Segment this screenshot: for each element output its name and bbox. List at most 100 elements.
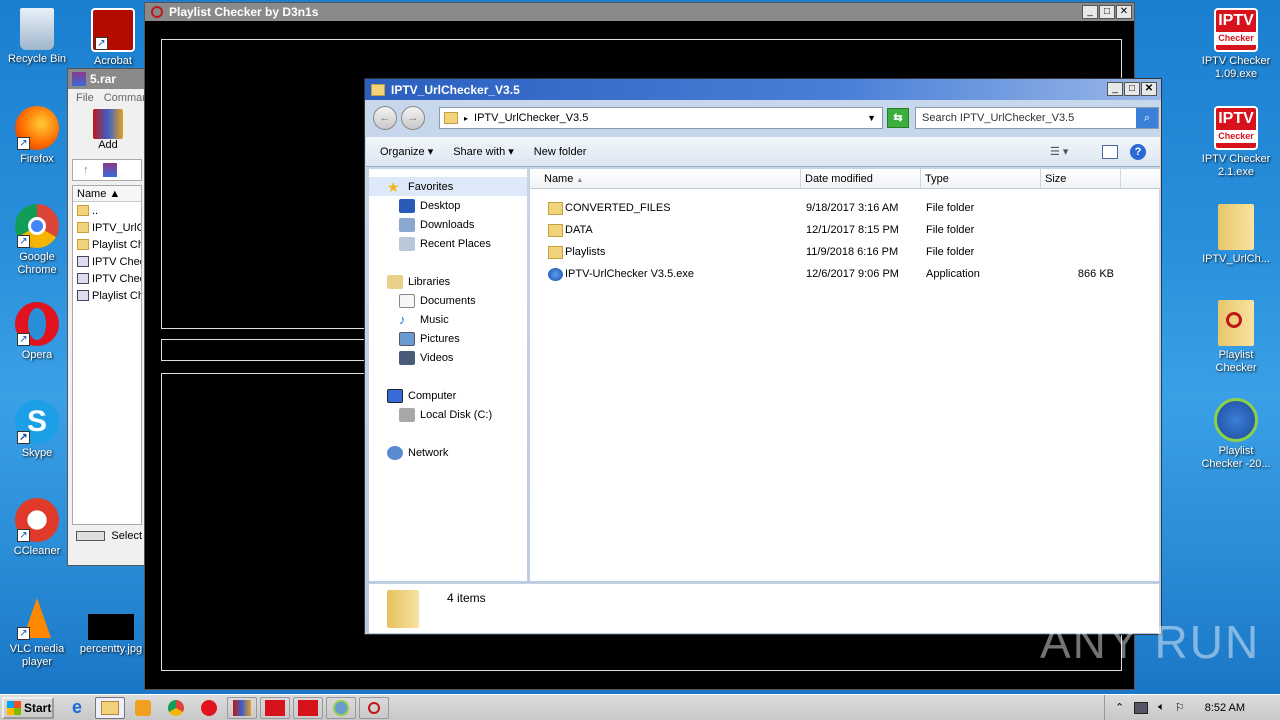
column-size[interactable]: Size	[1041, 169, 1121, 189]
menu-commands[interactable]: Comman	[104, 92, 149, 104]
minimize-button[interactable]: _	[1082, 5, 1098, 19]
desktop-icon-label: Recycle Bin	[7, 53, 67, 65]
nav-pictures[interactable]: Pictures	[369, 329, 527, 348]
winrar-file-list: Name ▲ ..IPTV_UrlChPlaylist ChIPTV ChecI…	[72, 185, 142, 525]
file-name: DATA	[565, 224, 593, 236]
flag-icon[interactable]: ⚐	[1175, 701, 1185, 714]
desktop-icon-skype[interactable]: S ↗ Skype	[0, 400, 74, 460]
taskbar-magnifier-icon[interactable]	[359, 696, 389, 719]
nav-recent-places[interactable]: Recent Places	[369, 234, 527, 253]
taskbar-chrome-icon[interactable]	[161, 697, 191, 719]
file-row[interactable]: IPTV-UrlChecker V3.5.exe 12/6/2017 9:06 P…	[530, 263, 1160, 285]
forward-button[interactable]: →	[401, 106, 425, 130]
help-icon[interactable]: ?	[1130, 143, 1146, 160]
taskbar-playlist-checker-icon[interactable]	[326, 696, 356, 719]
winrar-icon	[72, 72, 86, 86]
nav-desktop[interactable]: Desktop	[369, 196, 527, 215]
nav-local-disk[interactable]: Local Disk (C:)	[369, 405, 527, 424]
share-with-button[interactable]: Share with ▾	[453, 145, 514, 158]
folder-icon	[77, 205, 89, 216]
desktop-icon-firefox[interactable]: ↗ Firefox	[0, 106, 74, 166]
chevron-down-icon[interactable]: ▼	[867, 113, 876, 123]
desktop-icon-playlist-checker-app[interactable]: Playlist Checker -20...	[1199, 398, 1273, 471]
taskbar-opera-icon[interactable]	[194, 697, 224, 719]
list-item[interactable]: IPTV_UrlCh	[73, 219, 141, 236]
explorer-titlebar[interactable]: IPTV_UrlChecker_V3.5	[365, 79, 1161, 100]
folder-icon	[548, 201, 563, 215]
desktop-icon-label: Acrobat	[94, 55, 132, 67]
winrar-toolbar: Add	[68, 107, 146, 155]
desktop-icon-ccleaner[interactable]: ↗ CCleaner	[0, 498, 74, 558]
column-name[interactable]: Name ▲	[530, 169, 801, 189]
desktop-icon-playlist-checker-folder[interactable]: Playlist Checker	[1199, 300, 1273, 375]
pictures-icon	[399, 331, 415, 346]
desktop-icon-vlc[interactable]: ↗ VLC media player	[0, 596, 74, 669]
file-row[interactable]: CONVERTED_FILES 9/18/2017 3:16 AM File fol…	[530, 197, 1160, 219]
preview-pane-icon[interactable]	[1102, 144, 1118, 159]
nav-videos[interactable]: Videos	[369, 348, 527, 367]
taskbar-explorer-icon[interactable]	[95, 696, 125, 719]
winrar-window[interactable]: 5.rar File Comman Add ↑ Name ▲ .. IPTV_Ur…	[67, 68, 149, 566]
taskbar-iptv-checker-icon[interactable]	[260, 696, 290, 719]
nav-network[interactable]: Network	[369, 443, 527, 462]
winrar-titlebar[interactable]: 5.rar	[68, 69, 146, 89]
taskbar-iptv-checker-icon-2[interactable]	[293, 696, 323, 719]
address-bar[interactable]: ▸ IPTV_UrlChecker_V3.5 ▼	[439, 107, 883, 129]
view-options-icon[interactable]: ☰ ▾	[1050, 145, 1068, 158]
menu-file[interactable]: File	[76, 92, 94, 104]
file-row[interactable]: Playlists 11/9/2018 6:16 PM File folder	[530, 241, 1160, 263]
taskbar-media-player-icon[interactable]	[128, 697, 158, 719]
nav-favorites[interactable]: ★ Favorites	[369, 177, 527, 196]
list-item[interactable]: Playlist Ch	[73, 236, 141, 253]
close-button[interactable]: ✕	[1116, 5, 1132, 19]
nav-documents[interactable]: Documents	[369, 291, 527, 310]
network-tray-icon[interactable]	[1134, 701, 1149, 714]
refresh-button[interactable]: ⇆	[887, 108, 909, 128]
tray-expand-icon[interactable]: ⌃	[1115, 701, 1124, 714]
desktop-icon-iptv-urlchecker-folder[interactable]: IPTV_UrlCh...	[1199, 204, 1273, 266]
nav-computer[interactable]: Computer	[369, 386, 527, 405]
search-icon[interactable]: ⌕	[1136, 108, 1158, 128]
new-folder-button[interactable]: New folder	[534, 146, 587, 158]
volume-icon[interactable]: 🔈︎	[1158, 701, 1165, 714]
list-item[interactable]: Playlist Ch	[73, 287, 141, 304]
folder-icon	[444, 112, 458, 124]
explorer-window[interactable]: IPTV_UrlChecker_V3.5 _ □ ✕ ← → ▸ IPTV_Ur…	[364, 78, 1162, 635]
column-name[interactable]: Name ▲	[73, 186, 141, 202]
clock[interactable]: 8:52 AM	[1205, 702, 1245, 714]
desktop-icon-iptv-checker-1[interactable]: IPTV Checker IPTV Checker 1.09.exe	[1199, 8, 1273, 81]
minimize-button[interactable]: _	[1107, 82, 1123, 96]
search-input[interactable]: Search IPTV_UrlChecker_V3.5 ⌕	[915, 107, 1159, 129]
desktop-icon-chrome[interactable]: ↗ Google Chrome	[0, 204, 74, 277]
desktop-icon-iptv-checker-2[interactable]: IPTV Checker IPTV Checker 2.1.exe	[1199, 106, 1273, 179]
back-button[interactable]: ←	[373, 106, 397, 130]
nav-music[interactable]: ♪ Music	[369, 310, 527, 329]
add-button[interactable]: Add	[90, 109, 126, 151]
desktop-icon-label: Firefox	[20, 153, 54, 165]
nav-libraries[interactable]: Libraries	[369, 272, 527, 291]
desktop-icon-opera[interactable]: ↗ Opera	[0, 302, 74, 362]
close-button[interactable]: ✕	[1141, 82, 1157, 96]
column-type[interactable]: Type	[921, 169, 1041, 189]
desktop-icon-label: Playlist Checker	[1215, 349, 1257, 374]
file-row[interactable]: DATA 12/1/2017 8:15 PM File folder	[530, 219, 1160, 241]
list-item[interactable]: ..	[73, 202, 141, 219]
list-item[interactable]: IPTV Chec	[73, 253, 141, 270]
start-button[interactable]: Start	[2, 696, 54, 719]
desktop-icon-recycle-bin[interactable]: Recycle Bin	[0, 8, 74, 66]
up-arrow-icon[interactable]: ↑	[83, 164, 89, 176]
maximize-button[interactable]: □	[1099, 5, 1115, 19]
column-date-modified[interactable]: Date modified	[801, 169, 921, 189]
desktop-icon-acrobat[interactable]: ↗ Acrobat	[76, 8, 150, 68]
taskbar-ie-icon[interactable]: e	[62, 697, 92, 719]
list-item[interactable]: IPTV Chec	[73, 270, 141, 287]
organize-button[interactable]: Organize ▾	[380, 145, 433, 158]
chevron-right-icon[interactable]: ▸	[464, 114, 468, 123]
iptv-checker-icon: IPTV Checker	[1214, 106, 1258, 150]
maximize-button[interactable]: □	[1124, 82, 1140, 96]
desktop-icon-percentty[interactable]: percentty.jpg	[74, 614, 148, 656]
playlist-checker-titlebar[interactable]: Playlist Checker by D3n1s	[145, 3, 1134, 21]
taskbar-winrar-icon[interactable]	[227, 696, 257, 719]
nav-downloads[interactable]: Downloads	[369, 215, 527, 234]
folder-icon	[1218, 204, 1254, 250]
